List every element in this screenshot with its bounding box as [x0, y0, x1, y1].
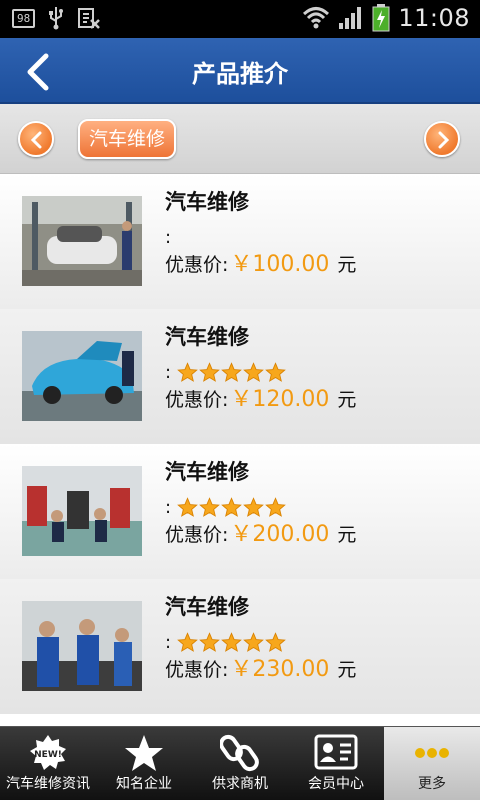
- nav-item-more[interactable]: 更多: [384, 727, 480, 800]
- category-next-button[interactable]: [424, 121, 460, 157]
- bottom-nav: NEW! 汽车维修资讯 知名企业 供求商机 会员中心 更多: [0, 726, 480, 800]
- price-unit: 元: [337, 659, 357, 681]
- nav-label: 汽车维修资讯: [6, 776, 90, 792]
- chain-link-icon: [220, 734, 259, 772]
- battery-charging-icon: [372, 4, 390, 32]
- star-icon: [265, 361, 286, 382]
- star-rating: [177, 361, 286, 383]
- star-icon: [177, 631, 198, 652]
- star-icon: [199, 631, 220, 652]
- nav-label: 知名企业: [116, 776, 172, 792]
- price-unit: 元: [337, 389, 357, 411]
- dictionary-icon: [78, 8, 101, 29]
- product-thumbnail: [22, 601, 142, 691]
- nav-item-news[interactable]: NEW! 汽车维修资讯: [0, 727, 96, 800]
- product-price-row: 优惠价: ￥100.00 元: [165, 246, 356, 278]
- star-icon: [265, 496, 286, 517]
- product-title: 汽车维修: [165, 190, 249, 214]
- nav-label: 会员中心: [308, 776, 364, 792]
- chevron-right-icon: [438, 131, 450, 149]
- new-badge-icon: NEW!: [30, 735, 66, 770]
- product-list: 汽车维修 : 优惠价: ￥100.00 元 汽车维修 : 优惠价: ￥120.0…: [0, 174, 480, 714]
- svg-text:NEW!: NEW!: [34, 750, 62, 760]
- star-icon: [177, 496, 198, 517]
- rating-prefix: :: [165, 631, 172, 653]
- product-thumbnail: [22, 331, 142, 421]
- member-card-icon: [314, 734, 358, 770]
- rating-prefix: :: [165, 226, 172, 248]
- product-price-row: 优惠价: ￥120.00 元: [165, 381, 356, 413]
- title-bar: 产品推介: [0, 38, 480, 104]
- category-bar: 汽车维修: [0, 104, 480, 174]
- product-title: 汽车维修: [165, 460, 249, 484]
- product-thumbnail: [22, 196, 142, 286]
- price-label: 优惠价:: [165, 389, 229, 411]
- product-item[interactable]: 汽车维修 : 优惠价: ￥120.00 元: [0, 309, 480, 444]
- product-thumbnail: [22, 466, 142, 556]
- notification-badge: 98: [12, 8, 36, 28]
- nav-item-opportunities[interactable]: 供求商机: [192, 727, 288, 800]
- star-icon: [221, 496, 242, 517]
- rating-prefix: :: [165, 496, 172, 518]
- price-label: 优惠价:: [165, 524, 229, 546]
- nav-label: 供求商机: [212, 776, 268, 792]
- product-price-row: 优惠价: ￥230.00 元: [165, 651, 356, 683]
- signal-icon: [339, 7, 362, 29]
- product-title: 汽车维修: [165, 325, 249, 349]
- price-unit: 元: [337, 254, 357, 276]
- product-price-row: 优惠价: ￥200.00 元: [165, 516, 356, 548]
- price-value: ￥200.00: [230, 522, 330, 547]
- star-icon: [243, 496, 264, 517]
- star-icon: [199, 361, 220, 382]
- wifi-icon: [303, 7, 330, 29]
- price-value: ￥230.00: [230, 657, 330, 682]
- usb-icon: [49, 7, 64, 30]
- chevron-left-icon: [30, 131, 42, 149]
- nav-label: 更多: [418, 776, 446, 792]
- nav-item-companies[interactable]: 知名企业: [96, 727, 192, 800]
- star-icon: [221, 361, 242, 382]
- category-prev-button[interactable]: [18, 121, 54, 157]
- star-icon: [265, 631, 286, 652]
- category-tab-selected[interactable]: 汽车维修: [78, 119, 177, 159]
- status-bar: 98 11:08: [0, 0, 480, 38]
- star-icon: [177, 361, 198, 382]
- price-value: ￥100.00: [230, 252, 330, 277]
- star-rating: [177, 496, 286, 518]
- price-unit: 元: [337, 524, 357, 546]
- price-value: ￥120.00: [230, 387, 330, 412]
- product-item[interactable]: 汽车维修 : 优惠价: ￥100.00 元: [0, 174, 480, 309]
- clock: 11:08: [398, 4, 470, 32]
- more-dots-icon: [415, 748, 449, 758]
- star-icon: [221, 631, 242, 652]
- page-title: 产品推介: [192, 60, 288, 88]
- product-item[interactable]: 汽车维修 : 优惠价: ￥200.00 元: [0, 444, 480, 579]
- star-icon: [243, 631, 264, 652]
- product-title: 汽车维修: [165, 595, 249, 619]
- price-label: 优惠价:: [165, 659, 229, 681]
- rating-prefix: :: [165, 361, 172, 383]
- star-icon: [125, 735, 163, 771]
- star-icon: [199, 496, 220, 517]
- price-label: 优惠价:: [165, 254, 229, 276]
- nav-item-member-center[interactable]: 会员中心: [288, 727, 384, 800]
- star-rating: [177, 631, 286, 653]
- product-item[interactable]: 汽车维修 : 优惠价: ￥230.00 元: [0, 579, 480, 714]
- star-icon: [243, 361, 264, 382]
